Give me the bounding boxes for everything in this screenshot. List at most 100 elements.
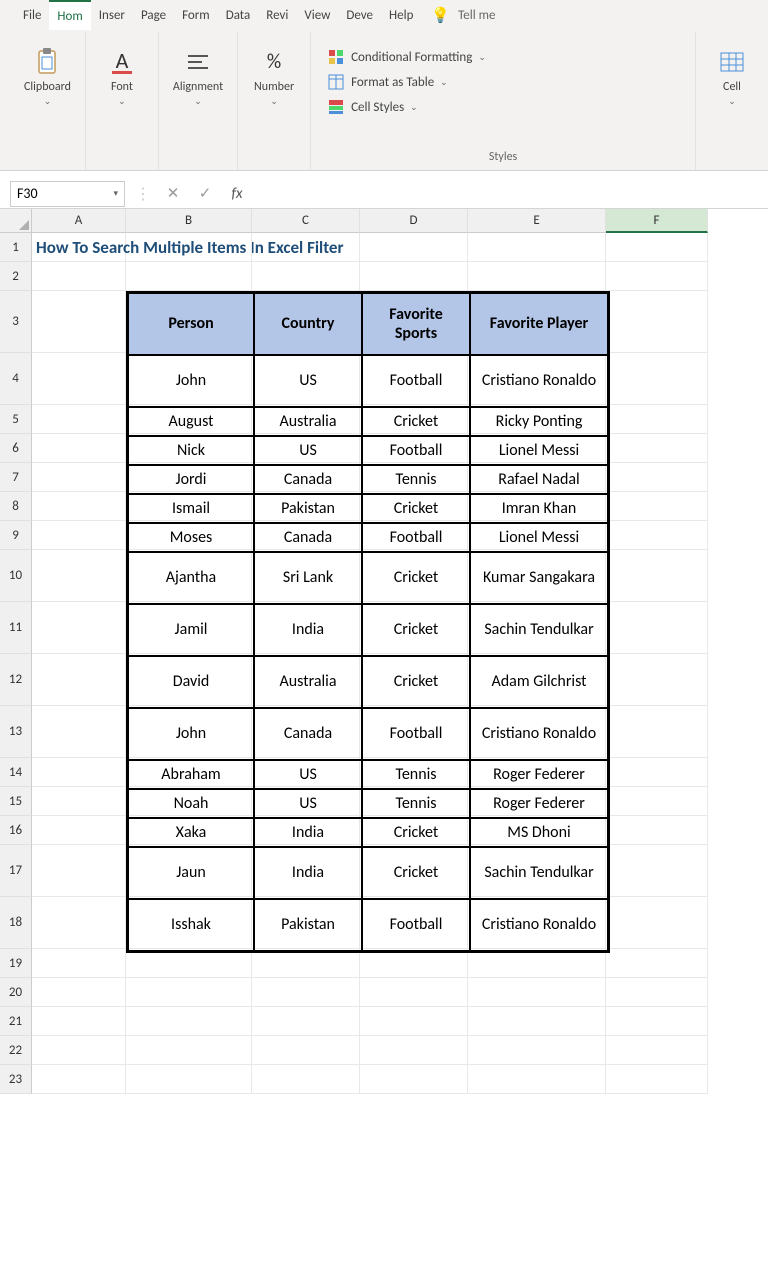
table-cell[interactable]: US — [254, 760, 362, 789]
row-header[interactable]: 13 — [0, 706, 32, 758]
cell[interactable] — [468, 949, 606, 978]
paste-button[interactable]: Clipboard ⌄ — [16, 42, 79, 111]
row-header[interactable]: 12 — [0, 654, 32, 706]
cell[interactable] — [360, 262, 468, 291]
table-cell[interactable]: Pakistan — [254, 494, 362, 523]
table-cell[interactable]: John — [128, 708, 254, 760]
table-cell[interactable]: Tennis — [362, 760, 470, 789]
cell[interactable] — [606, 1036, 708, 1065]
cell[interactable] — [32, 550, 126, 602]
table-cell[interactable]: Lionel Messi — [470, 436, 608, 465]
cell[interactable] — [32, 845, 126, 897]
table-header[interactable]: Person — [128, 293, 254, 355]
cell[interactable] — [468, 1036, 606, 1065]
table-cell[interactable]: Jaun — [128, 847, 254, 899]
table-cell[interactable]: Cricket — [362, 818, 470, 847]
cell[interactable] — [606, 463, 708, 492]
cell[interactable] — [126, 949, 252, 978]
table-cell[interactable]: Jordi — [128, 465, 254, 494]
table-cell[interactable]: Cricket — [362, 847, 470, 899]
table-cell[interactable]: Sachin Tendulkar — [470, 604, 608, 656]
table-cell[interactable]: Tennis — [362, 465, 470, 494]
table-cell[interactable]: Isshak — [128, 899, 254, 951]
table-cell[interactable]: Pakistan — [254, 899, 362, 951]
row-header[interactable]: 8 — [0, 492, 32, 521]
cell[interactable] — [252, 1065, 360, 1094]
tab-deve[interactable]: Deve — [338, 0, 381, 30]
table-cell[interactable]: Cricket — [362, 604, 470, 656]
table-cell[interactable]: Football — [362, 899, 470, 951]
tab-view[interactable]: View — [296, 0, 338, 30]
cell[interactable] — [126, 233, 252, 262]
cell[interactable] — [606, 787, 708, 816]
table-cell[interactable]: Adam Gilchrist — [470, 656, 608, 708]
row-header[interactable]: 16 — [0, 816, 32, 845]
cell[interactable] — [32, 602, 126, 654]
col-header-B[interactable]: B — [126, 209, 252, 233]
table-cell[interactable]: Canada — [254, 465, 362, 494]
cell[interactable] — [606, 1065, 708, 1094]
table-cell[interactable]: US — [254, 789, 362, 818]
cell[interactable] — [606, 1007, 708, 1036]
table-header[interactable]: Favorite Sports — [362, 293, 470, 355]
table-cell[interactable]: Roger Federer — [470, 760, 608, 789]
cell[interactable] — [126, 1065, 252, 1094]
cell[interactable] — [32, 787, 126, 816]
row-header[interactable]: 4 — [0, 353, 32, 405]
format-as-table-button[interactable]: Format as Table⌄ — [323, 71, 490, 93]
table-cell[interactable]: John — [128, 355, 254, 407]
table-cell[interactable]: Cricket — [362, 407, 470, 436]
table-cell[interactable]: Australia — [254, 656, 362, 708]
cell[interactable] — [468, 233, 606, 262]
cell[interactable] — [360, 233, 468, 262]
table-cell[interactable]: Sri Lank — [254, 552, 362, 604]
cell[interactable] — [32, 353, 126, 405]
table-cell[interactable]: India — [254, 847, 362, 899]
cell[interactable] — [32, 949, 126, 978]
cell[interactable] — [126, 1007, 252, 1036]
row-header[interactable]: 7 — [0, 463, 32, 492]
cell[interactable] — [32, 492, 126, 521]
row-header[interactable]: 5 — [0, 405, 32, 434]
cell[interactable] — [606, 758, 708, 787]
alignment-button[interactable]: Alignment ⌄ — [165, 42, 231, 111]
cell[interactable] — [606, 550, 708, 602]
cell[interactable] — [606, 706, 708, 758]
cell[interactable] — [126, 262, 252, 291]
cell[interactable] — [126, 978, 252, 1007]
table-cell[interactable]: Moses — [128, 523, 254, 552]
table-cell[interactable]: David — [128, 656, 254, 708]
tab-data[interactable]: Data — [218, 0, 259, 30]
table-header[interactable]: Country — [254, 293, 362, 355]
cell[interactable] — [252, 949, 360, 978]
tab-inser[interactable]: Inser — [91, 0, 133, 30]
table-cell[interactable]: Rafael Nadal — [470, 465, 608, 494]
table-cell[interactable]: India — [254, 604, 362, 656]
row-header[interactable]: 10 — [0, 550, 32, 602]
cancel-icon[interactable]: ✕ — [163, 184, 183, 203]
table-cell[interactable]: Cricket — [362, 656, 470, 708]
cell[interactable] — [32, 405, 126, 434]
cell[interactable] — [468, 1007, 606, 1036]
cell[interactable] — [468, 262, 606, 291]
tell-me[interactable]: 💡Tell me — [431, 6, 495, 25]
col-header-E[interactable]: E — [468, 209, 606, 233]
cell[interactable] — [252, 233, 360, 262]
tab-help[interactable]: Help — [381, 0, 421, 30]
cells-area[interactable]: How To Search Multiple Items In Excel Fi… — [32, 233, 768, 1094]
select-all-corner[interactable] — [0, 209, 32, 233]
row-header[interactable]: 17 — [0, 845, 32, 897]
tab-hom[interactable]: Hom — [49, 0, 90, 30]
cell[interactable] — [32, 978, 126, 1007]
table-cell[interactable]: Football — [362, 708, 470, 760]
table-cell[interactable]: Canada — [254, 708, 362, 760]
cell[interactable] — [252, 978, 360, 1007]
cell[interactable] — [32, 463, 126, 492]
table-cell[interactable]: Cristiano Ronaldo — [470, 899, 608, 951]
table-cell[interactable]: Ricky Ponting — [470, 407, 608, 436]
table-cell[interactable]: Cristiano Ronaldo — [470, 708, 608, 760]
cell[interactable] — [32, 434, 126, 463]
fx-icon[interactable]: fx — [227, 185, 247, 203]
table-cell[interactable]: US — [254, 436, 362, 465]
cell[interactable] — [606, 434, 708, 463]
